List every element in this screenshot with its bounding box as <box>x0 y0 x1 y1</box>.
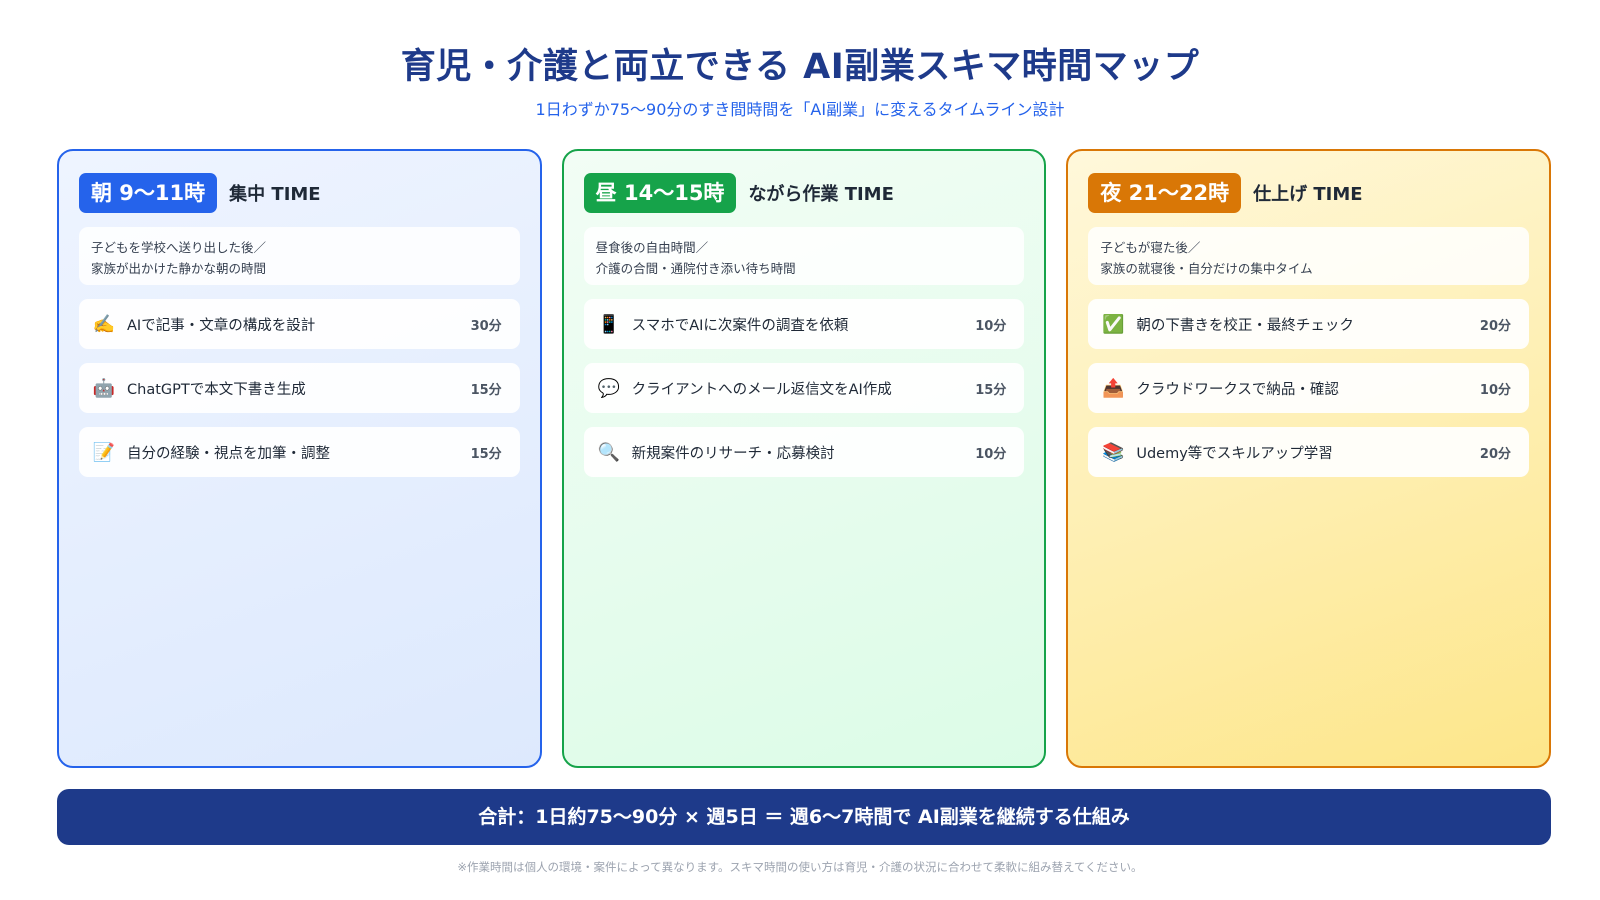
noon-description-line: 昼食後の自由時間／ <box>595 240 709 255</box>
speech-bubble-icon: 💬 <box>597 377 620 399</box>
task-text: 朝の下書きを校正・最終チェック <box>1136 317 1354 334</box>
task-duration: 10分 <box>975 318 1007 334</box>
noon-description-line: 介護の合間・通院付き添い待ち時間 <box>595 261 796 276</box>
noon-column: 昼 14〜15時 ながら作業 TIME 昼食後の自由時間／ 介護の合間・通院付き… <box>561 149 1047 768</box>
task-item: 💬 クライアントへのメール返信文をAI作成 15分 <box>583 363 1025 413</box>
night-description-line: 子どもが寝た後／ <box>1100 240 1201 255</box>
morning-time-badge: 朝 9〜11時 <box>79 173 218 213</box>
task-duration: 20分 <box>1479 446 1512 462</box>
task-item: 📤 クラウドワークスで納品・確認 10分 <box>1088 363 1530 413</box>
memo-icon: 📝 <box>92 441 116 463</box>
task-item: 📝 自分の経験・視点を加筆・調整 15分 <box>79 427 520 477</box>
task-item: 🔍 新規案件のリサーチ・応募検討 10分 <box>583 427 1025 477</box>
mobile-phone-icon: 📱 <box>597 313 620 335</box>
morning-time-label: 集中 TIME <box>229 184 321 205</box>
task-duration: 20分 <box>1479 318 1512 334</box>
noon-header: 昼 14〜15時 ながら作業 TIME <box>583 173 1025 213</box>
noon-time-label: ながら作業 TIME <box>748 184 894 205</box>
check-mark-icon: ✅ <box>1102 313 1125 335</box>
night-description: 子どもが寝た後／ 家族の就寝後・自分だけの集中タイム <box>1088 227 1530 285</box>
task-text: スマホでAIに次案件の調査を依頼 <box>631 317 849 334</box>
task-text: AIで記事・文章の構成を設計 <box>127 317 316 334</box>
task-text: クラウドワークスで納品・確認 <box>1136 381 1339 398</box>
morning-description-line: 家族が出かけた静かな朝の時間 <box>91 261 267 276</box>
task-item: 📚 Udemy等でスキルアップ学習 20分 <box>1088 427 1530 477</box>
night-time-badge: 夜 21〜22時 <box>1088 173 1242 213</box>
page-title: 育児・介護と両立できる AI副業スキマ時間マップ <box>400 47 1200 87</box>
task-text: ChatGPTで本文下書き生成 <box>127 381 306 398</box>
task-text: クライアントへのメール返信文をAI作成 <box>631 381 892 398</box>
morning-description: 子どもを学校へ送り出した後／ 家族が出かけた静かな朝の時間 <box>79 227 520 285</box>
timeline-columns: 朝 9〜11時 集中 TIME 子どもを学校へ送り出した後／ 家族が出かけた静か… <box>57 149 1552 768</box>
morning-column: 朝 9〜11時 集中 TIME 子どもを学校へ送り出した後／ 家族が出かけた静か… <box>57 149 542 768</box>
noon-time-badge: 昼 14〜15時 <box>583 173 737 213</box>
noon-description: 昼食後の自由時間／ 介護の合間・通院付き添い待ち時間 <box>583 227 1025 285</box>
morning-header: 朝 9〜11時 集中 TIME <box>79 173 520 213</box>
task-item: 🤖 ChatGPTで本文下書き生成 15分 <box>79 363 520 413</box>
page-subtitle: 1日わずか75〜90分のすき間時間を「AI副業」に変えるタイムライン設計 <box>535 100 1065 119</box>
morning-description-line: 子どもを学校へ送り出した後／ <box>91 240 267 255</box>
task-item: ✍️ AIで記事・文章の構成を設計 30分 <box>79 299 520 349</box>
task-text: 自分の経験・視点を加筆・調整 <box>127 445 330 462</box>
task-text: 新規案件のリサーチ・応募検討 <box>631 445 835 462</box>
summary-banner: 合計：1日約75〜90分 × 週5日 ＝ 週6〜7時間で AI副業を継続する仕組… <box>57 789 1551 845</box>
task-text: Udemy等でスキルアップ学習 <box>1136 445 1333 462</box>
magnifier-icon: 🔍 <box>597 441 620 463</box>
robot-icon: 🤖 <box>92 377 116 399</box>
night-header: 夜 21〜22時 仕上げ TIME <box>1088 173 1529 213</box>
task-duration: 15分 <box>470 382 502 398</box>
night-column: 夜 21〜22時 仕上げ TIME 子どもが寝た後／ 家族の就寝後・自分だけの集… <box>1066 149 1552 768</box>
writing-hand-icon: ✍️ <box>92 313 116 335</box>
task-item: ✅ 朝の下書きを校正・最終チェック 20分 <box>1088 299 1530 349</box>
night-description-line: 家族の就寝後・自分だけの集中タイム <box>1100 261 1313 276</box>
task-duration: 30分 <box>470 318 502 334</box>
footnote: ※作業時間は個人の環境・案件によって異なります。スキマ時間の使い方は育児・介護の… <box>457 860 1143 874</box>
night-time-label: 仕上げ TIME <box>1253 184 1363 205</box>
task-duration: 15分 <box>470 446 502 462</box>
books-icon: 📚 <box>1102 441 1125 463</box>
task-duration: 10分 <box>1479 382 1512 398</box>
outbox-tray-icon: 📤 <box>1102 377 1125 399</box>
task-duration: 15分 <box>975 382 1007 398</box>
task-item: 📱 スマホでAIに次案件の調査を依頼 10分 <box>583 299 1025 349</box>
task-duration: 10分 <box>975 446 1007 462</box>
